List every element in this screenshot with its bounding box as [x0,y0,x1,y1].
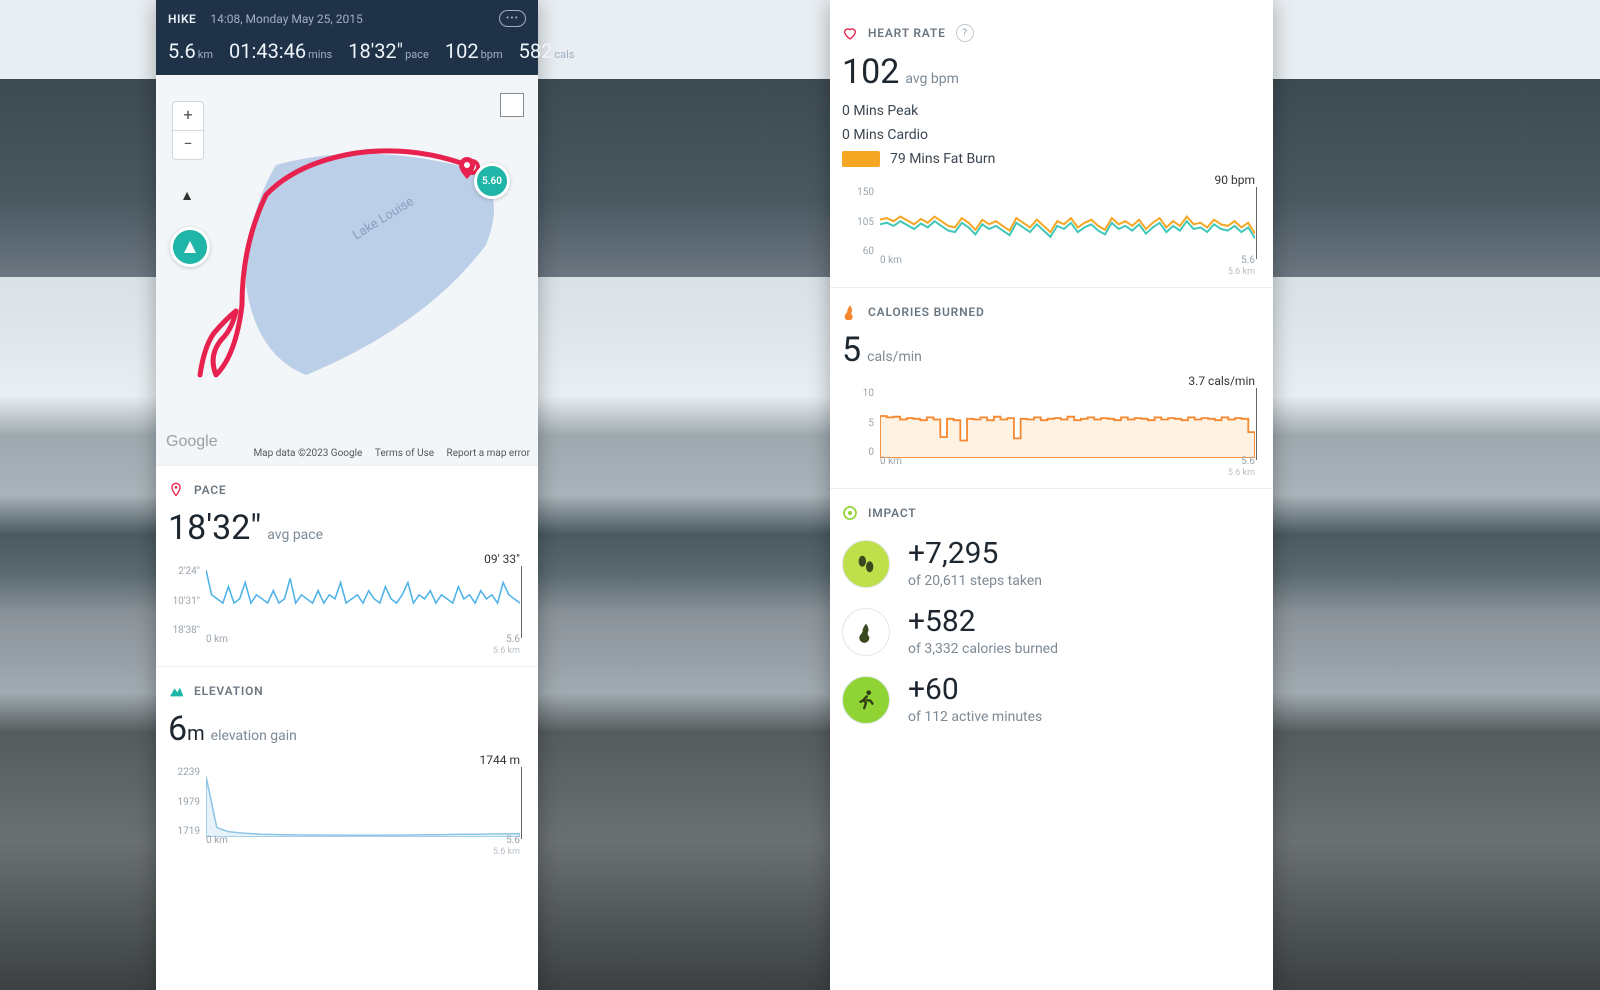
map-footer: Map data ©2023 Google Terms of Use Repor… [243,448,530,459]
pace-unit: avg pace [267,527,323,543]
fatburn-bar [842,151,880,167]
impact-active: +60 of 112 active minutes [842,675,1261,725]
heart-help-button[interactable]: ? [956,24,974,42]
mountain-icon [168,683,184,699]
chart-cursor [521,767,522,839]
impact-calories: +582 of 3,332 calories burned [842,607,1261,657]
calories-chart[interactable]: 3.7 cals/min 1050 0 km5.65.6 km [842,378,1261,478]
activity-header: HIKE 14:08, Monday May 25, 2015 ••• 5.6k… [156,0,538,75]
zoom-in-button[interactable]: + [173,102,203,130]
zone-cardio: 0 Mins Cardio [842,124,928,148]
stat-duration: 01:43:46mins [229,39,332,63]
heart-hover-value: 90 bpm [1215,173,1255,187]
stat-hr: 102bpm [445,39,503,63]
heart-chart[interactable]: 90 bpm 15010560 0 km5.65.6 km [842,177,1261,277]
heart-label: HEART RATE [868,26,946,40]
elevation-unit: elevation gain [211,728,297,744]
map-terms-link[interactable]: Terms of Use [375,448,434,459]
route-map[interactable]: Lake Louise + − ▲ 5.60 Google Map data ©… [156,75,538,465]
steps-delta: +7,295 [908,539,1042,569]
calories-label: CALORIES BURNED [868,305,985,319]
terrain-icon[interactable]: ▲ [174,187,200,205]
zoom-control: + − [172,101,204,160]
flame-icon [842,304,858,320]
heart-icon [842,25,858,41]
map-canvas: Lake Louise [156,75,538,465]
hr-zones: 0 Mins Peak 0 Mins Cardio 79 Mins Fat Bu… [842,100,1261,171]
steps-icon [842,540,890,588]
pace-label: PACE [194,483,227,497]
pace-chart[interactable]: 09' 33" 2'24"10'31"18'38" 0 km5.65.6 km [168,556,526,656]
map-attribution: Map data ©2023 Google [253,448,362,459]
calories-badge-icon [842,608,890,656]
pace-hover-value: 09' 33" [484,552,520,566]
chart-cursor [521,566,522,638]
map-report-link[interactable]: Report a map error [447,448,530,459]
zone-peak: 0 Mins Peak [842,100,918,124]
calories-yticks: 1050 [842,388,874,458]
recenter-button[interactable] [170,227,210,267]
chart-cursor [1256,388,1257,460]
calories-unit: cals/min [867,349,922,365]
zone-fatburn: 79 Mins Fat Burn [890,148,995,172]
active-delta: +60 [908,675,1042,705]
zoom-out-button[interactable]: − [173,130,203,159]
active-of: of 112 active minutes [908,709,1042,725]
heart-unit: avg bpm [905,71,959,87]
impact-steps: +7,295 of 20,611 steps taken [842,539,1261,589]
pace-section: PACE 18'32" avg pace 09' 33" 2'24"10'31"1… [156,465,538,666]
elevation-hover-value: 1744 m [480,753,520,767]
running-icon [842,676,890,724]
route-end-badge: 5.60 [474,163,510,199]
chart-cursor [1256,187,1257,259]
more-button[interactable]: ••• [499,10,526,27]
target-icon [842,505,858,521]
map-brand: Google [166,433,218,451]
stat-pace: 18'32"pace [348,39,429,63]
calories-delta: +582 [908,607,1058,637]
elevation-section: ELEVATION 6m elevation gain 1744 m 223919… [156,666,538,867]
calories-hover-value: 3.7 cals/min [1188,374,1255,388]
stat-distance: 5.6km [168,39,213,63]
activity-datetime: 14:08, Monday May 25, 2015 [210,12,362,26]
pin-icon [168,482,184,498]
elevation-chart[interactable]: 1744 m 223919791719 0 km5.65.6 km [168,757,526,857]
pace-yticks: 2'24"10'31"18'38" [168,566,200,636]
activity-type: HIKE [168,12,196,26]
pace-value: 18'32" [168,508,261,548]
elevation-yticks: 223919791719 [168,767,200,837]
elevation-value: 6m [168,709,205,749]
heart-section: HEART RATE ? 102 avg bpm 0 Mins Peak 0 Mi… [830,0,1273,287]
calories-section: CALORIES BURNED 5 cals/min 3.7 cals/min 1… [830,287,1273,488]
impact-label: IMPACT [868,506,917,520]
steps-of: of 20,611 steps taken [908,573,1042,589]
heart-yticks: 15010560 [842,187,874,257]
finish-pin-icon [458,157,476,181]
impact-section: IMPACT +7,295 of 20,611 steps taken +582 o… [830,488,1273,753]
calories-of: of 3,332 calories burned [908,641,1058,657]
fullscreen-button[interactable] [500,93,524,117]
heart-value: 102 [842,52,899,92]
elevation-label: ELEVATION [194,684,263,698]
stat-cal: 582cals [519,39,575,63]
activity-detail-panel: HIKE 14:08, Monday May 25, 2015 ••• 5.6k… [156,0,538,990]
metrics-panel: HEART RATE ? 102 avg bpm 0 Mins Peak 0 Mi… [830,0,1273,990]
calories-value: 5 [842,330,861,370]
